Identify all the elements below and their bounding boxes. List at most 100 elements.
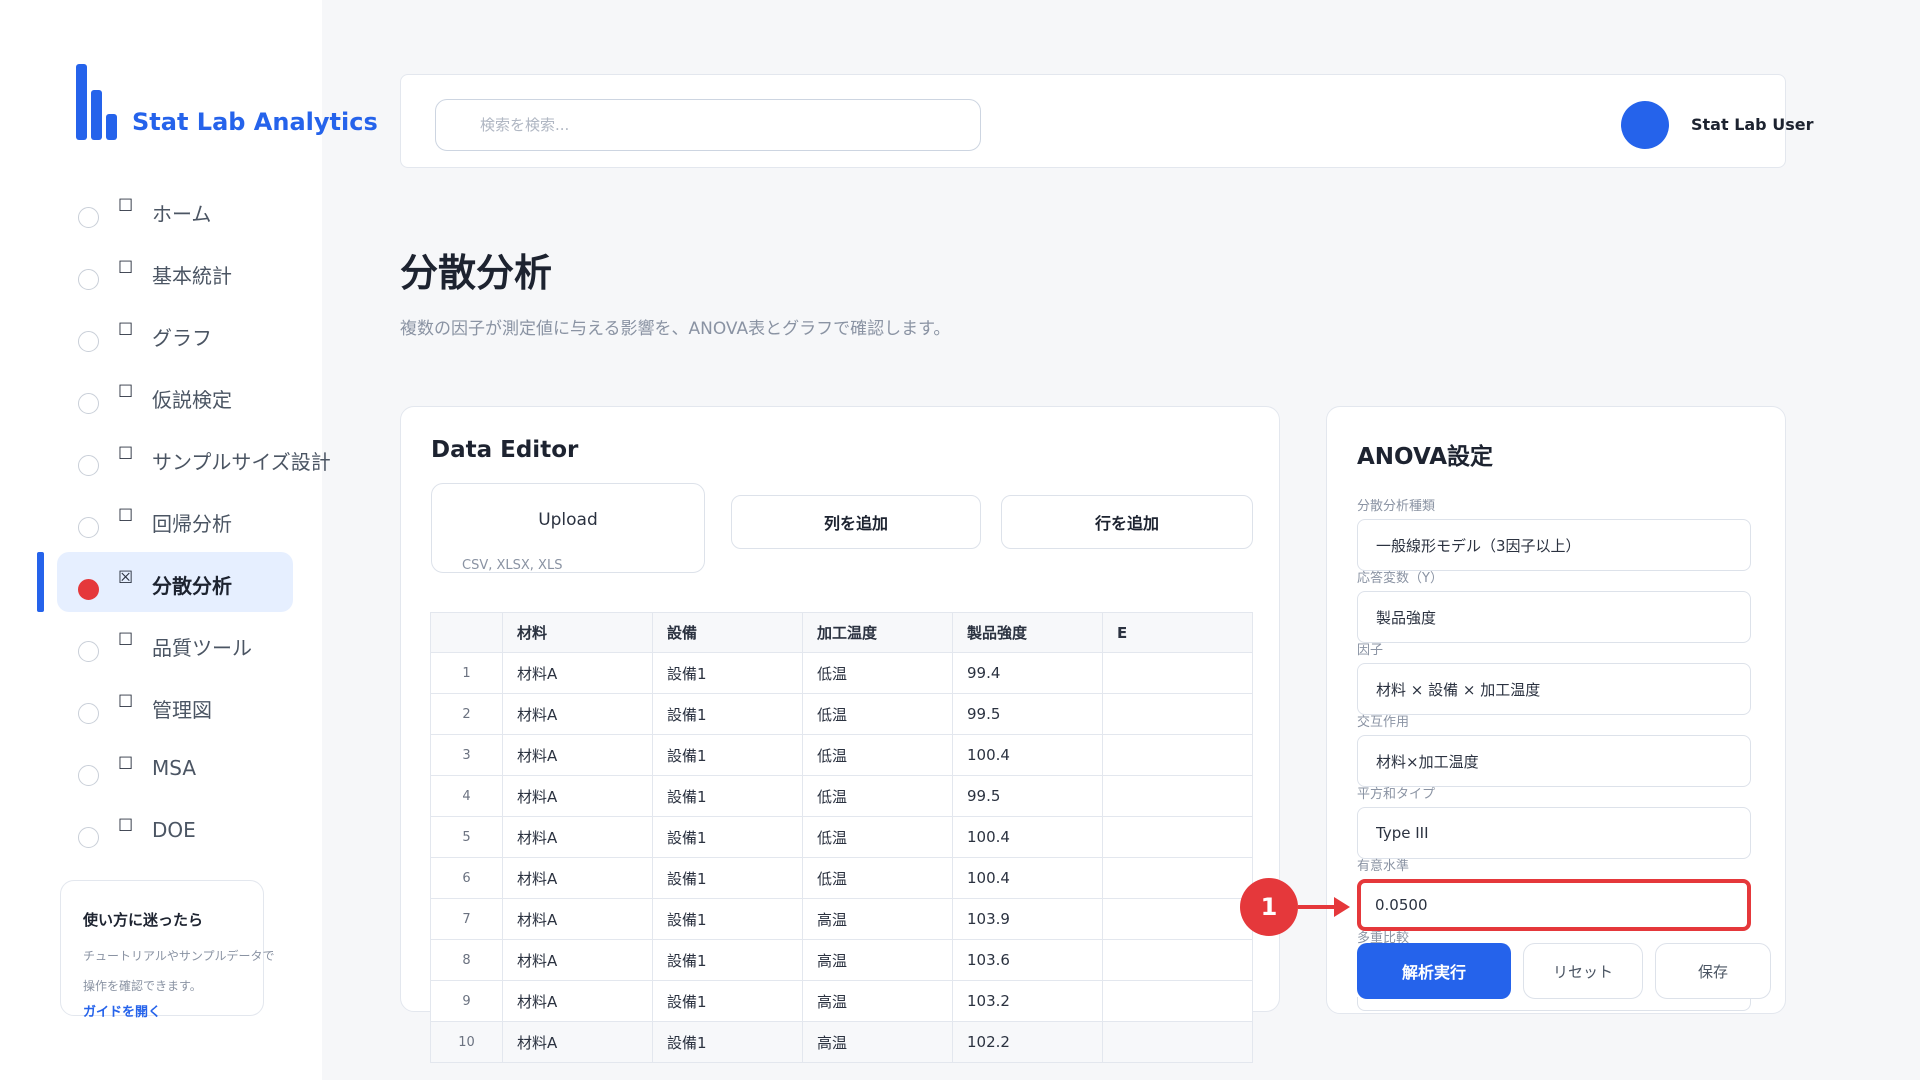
table-cell[interactable] (1102, 898, 1253, 940)
sidebar-item-hypothesis-test[interactable]: ☐ 仮説検定 (0, 366, 322, 428)
multiple-comparison-select[interactable] (1357, 997, 1751, 1011)
anova-type-select[interactable] (1357, 519, 1751, 571)
table-cell[interactable]: 材料A (502, 1021, 653, 1063)
radio-icon (78, 331, 99, 352)
table-cell[interactable]: 高温 (802, 980, 953, 1022)
checkbox-icon: ☐ (118, 382, 134, 402)
table-cell[interactable]: 103.6 (952, 939, 1103, 981)
table-cell[interactable] (1102, 1021, 1253, 1063)
table-cell[interactable] (1102, 652, 1253, 694)
page-subtitle: 複数の因子が測定値に与える影響を、ANOVA表とグラフで確認します。 (400, 319, 951, 339)
table-cell[interactable]: 材料A (502, 816, 653, 858)
table-cell[interactable]: 低温 (802, 857, 953, 899)
table-row: 3 材料A 設備1 低温 100.4 (430, 734, 1253, 776)
table-cell[interactable]: 設備1 (652, 693, 803, 735)
table-cell[interactable]: 103.9 (952, 898, 1103, 940)
table-cell[interactable]: 材料A (502, 980, 653, 1022)
table-cell[interactable]: 設備1 (652, 857, 803, 899)
table-cell[interactable]: 高温 (802, 939, 953, 981)
active-indicator (37, 552, 44, 612)
interaction-select[interactable] (1357, 735, 1751, 787)
table-cell[interactable]: 設備1 (652, 898, 803, 940)
table-cell[interactable] (1102, 857, 1253, 899)
annotation-arrow-head (1334, 897, 1350, 917)
table-row: 8 材料A 設備1 高温 103.6 (430, 939, 1253, 981)
table-cell[interactable]: 設備1 (652, 980, 803, 1022)
sidebar-item-anova[interactable]: ☒ 分散分析 (0, 552, 322, 614)
table-cell[interactable]: 99.4 (952, 652, 1103, 694)
table-cell[interactable]: 99.5 (952, 693, 1103, 735)
reset-button[interactable]: リセット (1523, 943, 1643, 999)
significance-level-input[interactable] (1357, 879, 1751, 931)
table-cell[interactable] (1102, 939, 1253, 981)
factors-select[interactable] (1357, 663, 1751, 715)
sidebar-item-regression[interactable]: ☐ 回帰分析 (0, 490, 322, 552)
table-cell[interactable]: 材料A (502, 693, 653, 735)
sidebar-item-sample-size[interactable]: ☐ サンプルサイズ設計 (0, 428, 331, 490)
table-cell[interactable]: 材料A (502, 857, 653, 899)
run-analysis-button[interactable]: 解析実行 (1357, 943, 1511, 999)
table-cell[interactable] (1102, 775, 1253, 817)
row-index: 8 (430, 939, 503, 981)
avatar[interactable] (1621, 101, 1669, 149)
field-label: 平方和タイプ (1357, 787, 1436, 802)
table-cell[interactable]: 設備1 (652, 939, 803, 981)
table-cell[interactable]: 低温 (802, 652, 953, 694)
column-header[interactable]: 材料 (502, 612, 653, 653)
checkbox-icon: ☐ (118, 506, 134, 526)
column-header[interactable]: 加工温度 (802, 612, 953, 653)
table-cell[interactable] (1102, 816, 1253, 858)
sum-of-squares-type-select[interactable] (1357, 807, 1751, 859)
table-cell[interactable]: 低温 (802, 775, 953, 817)
table-cell[interactable]: 99.5 (952, 775, 1103, 817)
upload-dropzone[interactable]: Upload CSV, XLSX, XLS (431, 483, 705, 573)
table-cell[interactable]: 設備1 (652, 1021, 803, 1063)
table-cell[interactable]: 材料A (502, 775, 653, 817)
sidebar-item-basic-stats[interactable]: ☐ 基本統計 (0, 242, 322, 304)
table-cell[interactable]: 102.2 (952, 1021, 1103, 1063)
help-card: 使い方に迷ったら チュートリアルやサンプルデータで操作を確認できます。 ガイドを… (60, 880, 275, 1020)
save-button[interactable]: 保存 (1655, 943, 1771, 999)
table-cell[interactable]: 低温 (802, 734, 953, 776)
sidebar-item-msa[interactable]: ☐ MSA (0, 738, 322, 800)
table-cell[interactable]: 設備1 (652, 652, 803, 694)
table-cell[interactable]: 100.4 (952, 816, 1103, 858)
sidebar-item-control-chart[interactable]: ☐ 管理図 (0, 676, 322, 738)
table-cell[interactable]: 設備1 (652, 775, 803, 817)
table-cell[interactable] (1102, 734, 1253, 776)
table-cell[interactable]: 100.4 (952, 734, 1103, 776)
table-cell[interactable]: 材料A (502, 734, 653, 776)
annotation-arrow (1298, 905, 1338, 909)
add-column-button[interactable]: 列を追加 (731, 495, 981, 549)
table-cell[interactable]: 設備1 (652, 734, 803, 776)
table-cell[interactable]: 材料A (502, 898, 653, 940)
table-cell[interactable]: 低温 (802, 816, 953, 858)
top-header: Stat Lab User (400, 74, 1813, 168)
table-cell[interactable] (1102, 980, 1253, 1022)
app-name: Stat Lab Analytics (132, 108, 378, 136)
table-cell[interactable]: 高温 (802, 898, 953, 940)
guide-link[interactable]: ガイドを開く (83, 1001, 161, 1020)
table-cell[interactable] (1102, 693, 1253, 735)
sidebar-item-label: 管理図 (152, 698, 212, 722)
sidebar-item-quality-tools[interactable]: ☐ 品質ツール (0, 614, 322, 676)
table-cell[interactable]: 100.4 (952, 857, 1103, 899)
table-row: 9 材料A 設備1 高温 103.2 (430, 980, 1253, 1022)
table-cell[interactable]: 材料A (502, 939, 653, 981)
radio-icon (78, 827, 99, 848)
search-input[interactable] (435, 99, 981, 151)
sidebar-item-label: 回帰分析 (152, 512, 232, 536)
table-cell[interactable]: 設備1 (652, 816, 803, 858)
column-header[interactable]: E (1102, 612, 1253, 653)
response-variable-select[interactable] (1357, 591, 1751, 643)
sidebar-item-graph[interactable]: ☐ グラフ (0, 304, 322, 366)
column-header[interactable]: 製品強度 (952, 612, 1103, 653)
column-header[interactable]: 設備 (652, 612, 803, 653)
sidebar-item-home[interactable]: ☐ ホーム (0, 180, 322, 242)
sidebar-item-doe[interactable]: ☐ DOE (0, 800, 322, 862)
table-cell[interactable]: 低温 (802, 693, 953, 735)
table-cell[interactable]: 103.2 (952, 980, 1103, 1022)
table-cell[interactable]: 高温 (802, 1021, 953, 1063)
table-cell[interactable]: 材料A (502, 652, 653, 694)
add-row-button[interactable]: 行を追加 (1001, 495, 1253, 549)
